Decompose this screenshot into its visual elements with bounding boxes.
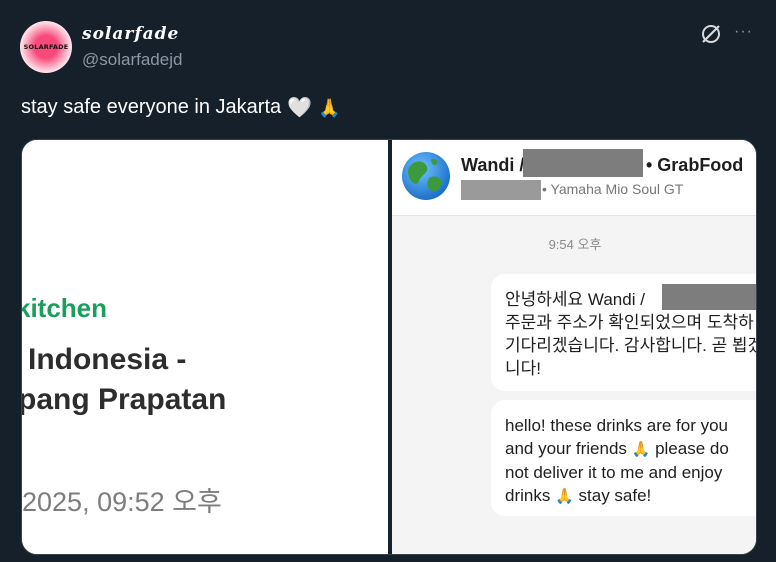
tweet-text-body: stay safe everyone in Jakarta [21, 96, 282, 118]
order-time: 2025, 09:52 오후 [22, 487, 222, 517]
message-bubble-korean: 안녕하세요 Wandi / 주문과 주소가 확인되었으며 도착하 기다리겠습니다… [491, 274, 757, 391]
media-right-image[interactable]: Wandi / • GrabFood • Yamaha Mio Soul GT … [392, 140, 757, 554]
vehicle-info: • Yamaha Mio Soul GT [542, 181, 684, 197]
store-name-line2: pang Prapatan [22, 383, 227, 416]
globe-icon [402, 152, 450, 200]
bubble2-line: not deliver it to me and enjoy [505, 463, 723, 482]
driver-name: Wandi / [461, 155, 525, 175]
message-timestamp: 9:54 오후 [548, 237, 602, 252]
service-name: • GrabFood [646, 155, 744, 175]
avatar[interactable]: SOLARFADE [20, 21, 72, 73]
redacted-bubble-block [662, 284, 756, 310]
media-grid[interactable]: kitchen Indonesia - pang Prapatan 2025, … [21, 139, 757, 555]
more-icon[interactable]: ··· [734, 22, 753, 42]
bubble1-line: 기다리겠습니다. 감사합니다. 곧 뵙겠 [505, 336, 757, 355]
avatar-logo-text: SOLARFADE [23, 43, 69, 51]
message-bubble-english: hello! these drinks are for you and your… [491, 400, 756, 516]
bubble2-line: hello! these drinks are for you [505, 416, 729, 435]
pray-icon: 🙏 [555, 488, 574, 505]
bubble1-line: 주문과 주소가 확인되었으며 도착하 [505, 313, 754, 332]
pray-icon: 🙏 [318, 97, 341, 118]
bubble2-text: please do [655, 439, 729, 458]
store-name-line1: Indonesia - [28, 343, 187, 376]
bubble1-line: 니다! [505, 359, 542, 378]
tweet-text: stay safe everyone in Jakarta 🤍 🙏 [21, 96, 340, 119]
redacted-plate-block [461, 180, 541, 200]
bubble2-text: drinks [505, 486, 551, 505]
display-name[interactable]: solarfade [82, 24, 179, 44]
pray-icon: 🙏 [631, 441, 651, 458]
grok-icon[interactable] [700, 23, 722, 45]
redacted-name-block [523, 149, 643, 177]
white-heart-icon: 🤍 [287, 96, 313, 119]
chat-header: Wandi / • GrabFood • Yamaha Mio Soul GT [392, 140, 756, 216]
bubble2-text: and your friends [505, 439, 627, 458]
bubble2-line: drinks 🙏 stay safe! [505, 484, 756, 508]
media-left-image[interactable]: kitchen Indonesia - pang Prapatan 2025, … [22, 140, 388, 554]
handle[interactable]: @solarfadejd [82, 50, 182, 70]
bubble2-line: and your friends 🙏 please do [505, 437, 756, 461]
bubble2-text: stay safe! [578, 486, 652, 505]
kitchen-label: kitchen [22, 293, 108, 323]
